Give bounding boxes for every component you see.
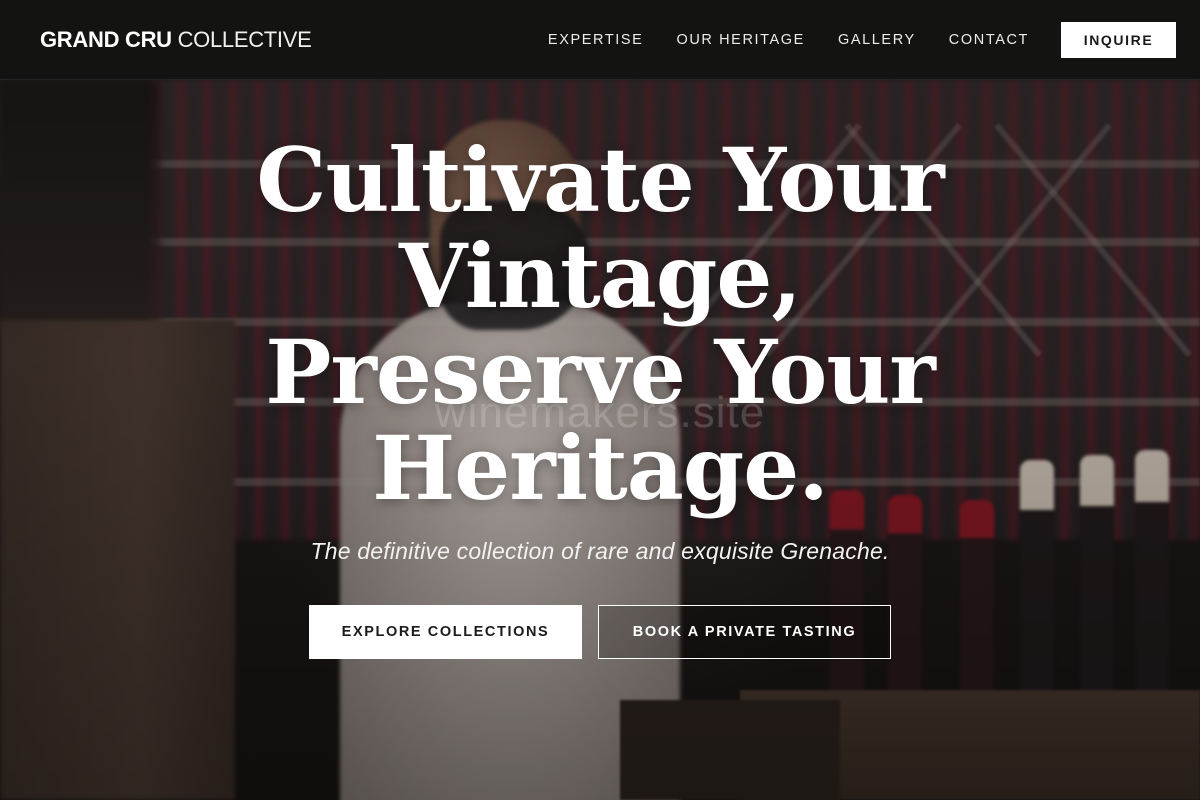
book-private-tasting-button[interactable]: BOOK A PRIVATE TASTING (598, 605, 891, 659)
nav-link-our-heritage[interactable]: OUR HERITAGE (676, 32, 805, 48)
hero-title-line: Cultivate Your (256, 128, 944, 232)
hero-section: GRAND CRU COLLECTIVE EXPERTISE OUR HERIT… (0, 0, 1200, 800)
nav-link-contact[interactable]: CONTACT (949, 32, 1029, 48)
hero-title: Cultivate Your Vintage, Preserve Your He… (220, 132, 980, 516)
brand-logo[interactable]: GRAND CRU COLLECTIVE (40, 27, 312, 53)
nav-link-expertise[interactable]: EXPERTISE (548, 32, 644, 48)
hero-title-line: Preserve Your (265, 320, 935, 424)
brand-name-bold: GRAND CRU (40, 26, 172, 52)
nav-links: EXPERTISE OUR HERITAGE GALLERY CONTACT (548, 32, 1029, 48)
top-navbar: GRAND CRU COLLECTIVE EXPERTISE OUR HERIT… (0, 0, 1200, 80)
hero-subtitle: The definitive collection of rare and ex… (310, 538, 890, 564)
hero-content: Cultivate Your Vintage, Preserve Your He… (0, 132, 1200, 659)
hero-title-line: Vintage, (399, 224, 802, 328)
nav-link-gallery[interactable]: GALLERY (838, 32, 916, 48)
hero-title-line: Heritage. (372, 416, 829, 520)
inquire-button[interactable]: INQUIRE (1061, 21, 1176, 58)
explore-collections-button[interactable]: EXPLORE COLLECTIONS (309, 605, 582, 659)
brand-name-light: COLLECTIVE (177, 26, 312, 52)
cta-buttons: EXPLORE COLLECTIONS BOOK A PRIVATE TASTI… (0, 605, 1200, 659)
